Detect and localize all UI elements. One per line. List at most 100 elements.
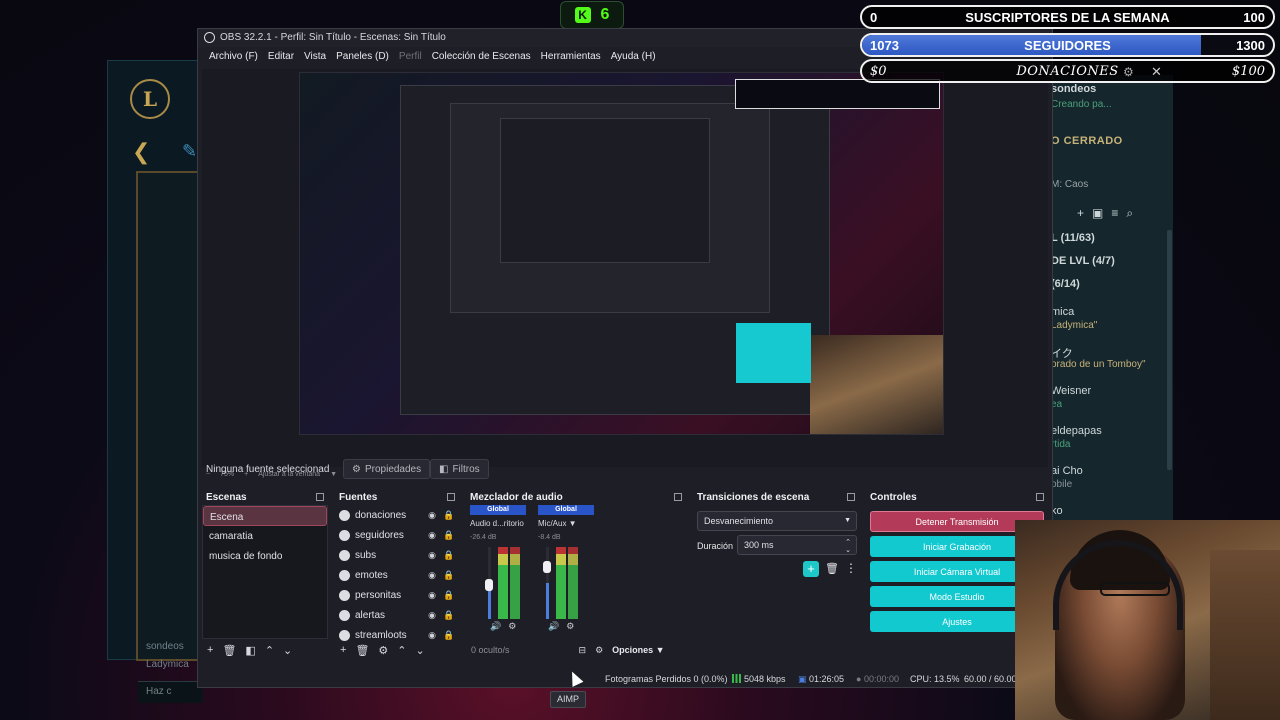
search-icon[interactable]: ⌕ xyxy=(1126,206,1133,221)
rec-time: ● 00:00:00 xyxy=(856,674,899,684)
mixer-options-button[interactable]: Opciones ▼ xyxy=(612,645,664,655)
obs-preview-area[interactable] xyxy=(202,69,1048,467)
scene-filters-button[interactable]: ◧ xyxy=(245,644,255,657)
source-item[interactable]: donaciones ◉ 🔒 xyxy=(335,505,459,525)
browser-source-icon xyxy=(339,549,350,561)
social-entry[interactable]: DE LVL (4/7) xyxy=(1051,255,1115,267)
channel-db: -26.4 dB xyxy=(470,534,497,541)
subs-current: 0 xyxy=(870,9,878,25)
undock-icon[interactable] xyxy=(1036,493,1044,501)
move-down-button[interactable]: ⌄ xyxy=(283,644,292,657)
volume-slider[interactable] xyxy=(546,547,549,619)
menu-item[interactable]: Herramientas xyxy=(536,47,606,67)
more-options-icon[interactable]: ⋮ xyxy=(845,561,857,575)
visibility-eye-icon[interactable]: ◉ xyxy=(426,570,438,581)
channel-tag: Global xyxy=(538,505,594,515)
lock-icon[interactable]: 🔒 xyxy=(443,550,455,561)
social-entry[interactable]: L (11/63) xyxy=(1051,232,1095,244)
undock-icon[interactable] xyxy=(316,493,324,501)
move-up-button[interactable]: ⌃ xyxy=(265,644,274,657)
channel-settings-icon[interactable]: ⚙ xyxy=(566,621,574,632)
mixer-title: Mezclador de audio xyxy=(470,491,563,503)
close-icon[interactable]: ✕ xyxy=(1151,64,1162,80)
source-item[interactable]: personitas ◉ 🔒 xyxy=(335,585,459,605)
obs-window-title: OBS 32.2.1 - Perfil: Sin Título - Escena… xyxy=(220,32,446,43)
sources-title: Fuentes xyxy=(339,491,378,503)
spin-arrows-icon[interactable]: ⌃ ⌄ xyxy=(845,538,851,554)
preview-canvas[interactable] xyxy=(299,72,944,435)
undock-icon[interactable] xyxy=(447,493,455,501)
gear-icon: ⚙ xyxy=(352,463,361,475)
channel-name[interactable]: Mic/Aux ▼ xyxy=(538,519,594,528)
bitrate: 5048 kbps xyxy=(732,674,786,684)
menu-item: Perfil xyxy=(398,51,422,62)
menu-item[interactable]: Ayuda (H) xyxy=(606,47,661,67)
menu-item[interactable]: Paneles (D) xyxy=(331,47,394,67)
remove-scene-button[interactable]: 🗑 xyxy=(222,644,236,657)
webcam-feed xyxy=(1015,520,1280,720)
social-entry[interactable]: eldepapas xyxy=(1051,425,1102,437)
filters-label: Filtros xyxy=(452,463,480,475)
social-entry[interactable]: (6/14) xyxy=(1051,278,1080,290)
audio-meter xyxy=(498,547,508,619)
no-source-label: Ninguna fuente seleccionad xyxy=(206,464,330,475)
menu-item[interactable]: Archivo (F) xyxy=(204,47,263,67)
menu-item[interactable]: Editar xyxy=(263,47,299,67)
source-item[interactable]: emotes ◉ 🔒 xyxy=(335,565,459,585)
folder-add-icon[interactable]: ▣ xyxy=(1092,206,1103,220)
remove-transition-button[interactable]: 🗑 xyxy=(825,562,839,575)
visibility-eye-icon[interactable]: ◉ xyxy=(426,530,438,541)
filter-icon: ◧ xyxy=(439,463,449,475)
scene-item[interactable]: Escena xyxy=(203,506,327,526)
back-arrow-icon[interactable]: ❮ xyxy=(132,139,150,165)
advanced-audio-icon[interactable]: ⚙ xyxy=(595,645,603,656)
scene-item[interactable]: musica de fondo xyxy=(203,546,327,566)
add-source-button[interactable]: + xyxy=(340,644,346,656)
lock-icon[interactable]: 🔒 xyxy=(443,610,455,621)
lock-icon[interactable]: 🔒 xyxy=(443,590,455,601)
visibility-eye-icon[interactable]: ◉ xyxy=(426,550,438,561)
channel-settings-icon[interactable]: ⚙ xyxy=(508,621,516,632)
social-title: sondeos xyxy=(1051,83,1097,95)
add-transition-button[interactable]: + xyxy=(803,561,819,577)
visibility-eye-icon[interactable]: ◉ xyxy=(426,610,438,621)
source-item[interactable]: alertas ◉ 🔒 xyxy=(335,605,459,625)
remove-source-button[interactable]: 🗑 xyxy=(355,644,369,657)
undock-icon[interactable] xyxy=(847,493,855,501)
speaker-icon[interactable]: 🔊 xyxy=(548,621,559,632)
source-properties-button[interactable]: ⚙ xyxy=(378,644,388,657)
move-down-button[interactable]: ⌄ xyxy=(416,644,425,657)
filters-button[interactable]: ◧ Filtros xyxy=(430,459,489,479)
lock-icon[interactable]: 🔒 xyxy=(443,570,455,581)
lock-icon[interactable]: 🔒 xyxy=(443,530,455,541)
volume-knob[interactable] xyxy=(543,561,551,573)
source-item[interactable]: subs ◉ 🔒 xyxy=(335,545,459,565)
undock-icon[interactable] xyxy=(674,493,682,501)
lock-icon[interactable]: 🔒 xyxy=(443,510,455,521)
channel-name[interactable]: Audio d...ritorio ▼ xyxy=(470,519,526,528)
social-entry[interactable]: mica xyxy=(1051,306,1074,318)
duration-input[interactable]: 300 ms ⌃ ⌄ xyxy=(737,535,857,555)
speaker-icon[interactable]: 🔊 xyxy=(490,621,501,632)
cpu-usage: CPU: 13.5% xyxy=(910,674,960,684)
list-icon[interactable]: ≡ xyxy=(1111,206,1118,220)
volume-knob[interactable] xyxy=(485,579,493,591)
gear-icon[interactable]: ⚙ xyxy=(1123,65,1134,79)
move-up-button[interactable]: ⌃ xyxy=(397,644,406,657)
source-item[interactable]: seguidores ◉ 🔒 xyxy=(335,525,459,545)
transition-select[interactable]: Desvanecimiento ▼ xyxy=(697,511,857,531)
visibility-eye-icon[interactable]: ◉ xyxy=(426,590,438,601)
scene-item[interactable]: camaratia xyxy=(203,526,327,546)
menu-item[interactable]: Colección de Escenas xyxy=(427,47,536,67)
add-friend-icon[interactable]: + xyxy=(1077,206,1084,220)
social-scrollbar[interactable] xyxy=(1167,230,1172,470)
add-scene-button[interactable]: + xyxy=(207,644,213,656)
feather-icon[interactable]: ✎ xyxy=(182,141,197,162)
mixer-layout-icon[interactable]: ⊟ xyxy=(579,645,587,656)
lol-chat-input[interactable]: Haz c xyxy=(138,681,203,703)
properties-button[interactable]: ⚙ Propiedades xyxy=(343,459,431,479)
visibility-eye-icon[interactable]: ◉ xyxy=(426,510,438,521)
social-entry[interactable]: ai Cho xyxy=(1051,465,1083,477)
social-entry[interactable]: Weisner xyxy=(1051,385,1091,397)
menu-item[interactable]: Vista xyxy=(299,47,331,67)
